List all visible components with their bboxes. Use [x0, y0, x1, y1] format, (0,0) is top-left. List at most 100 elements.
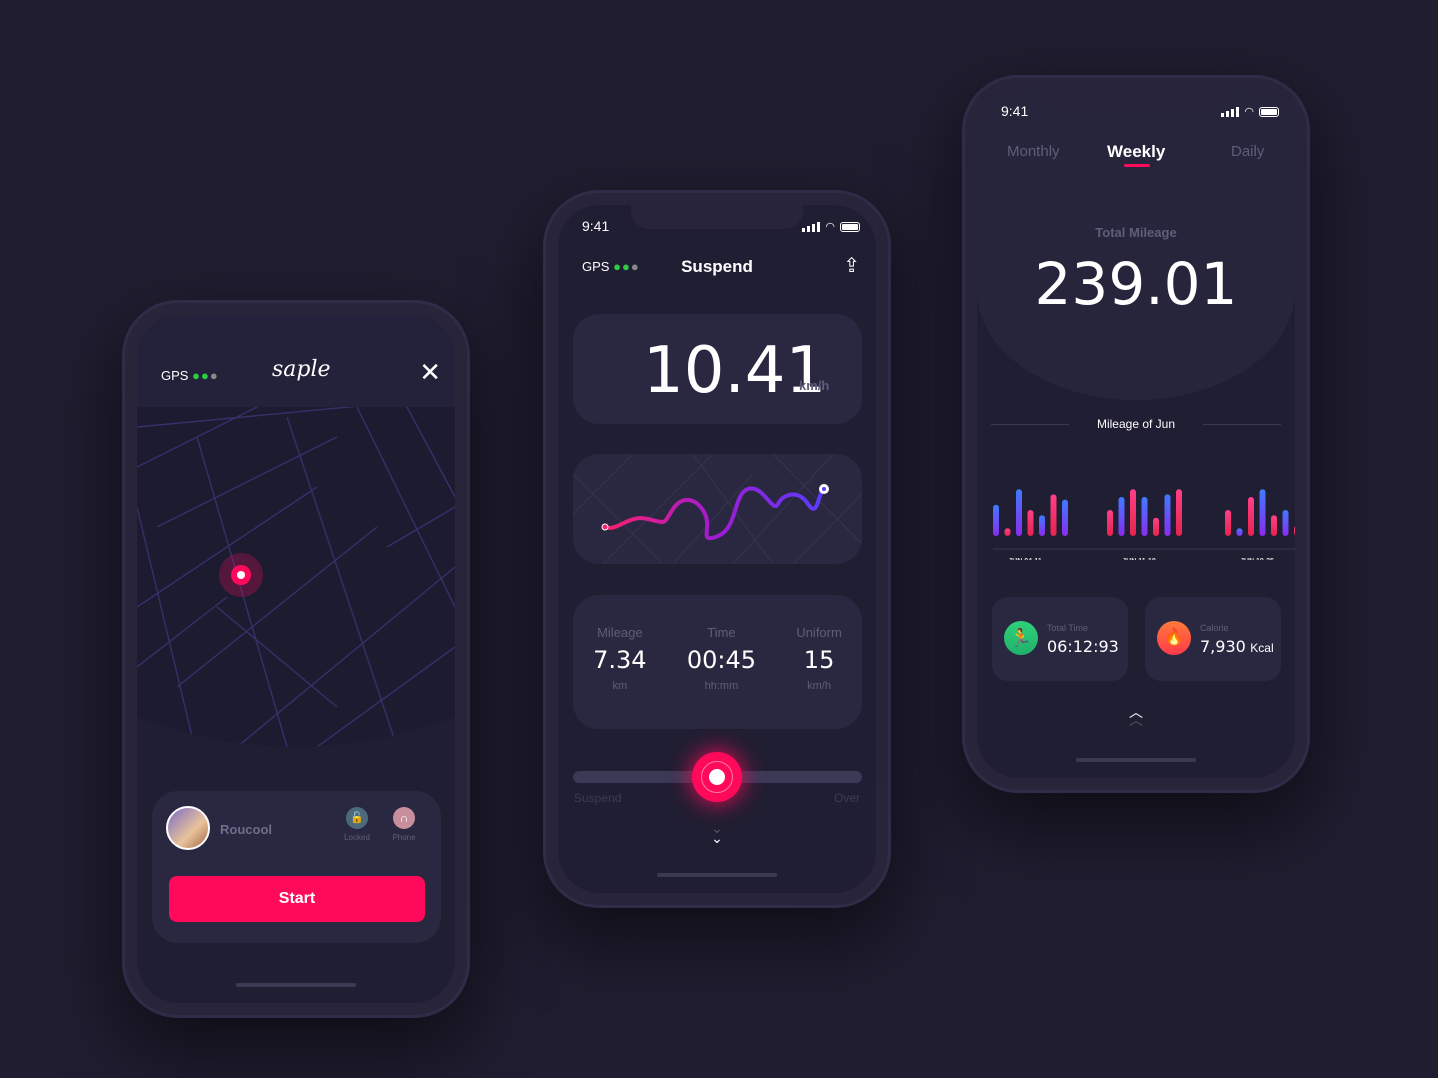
running-icon: 🏃 — [1004, 621, 1038, 655]
stat-label: Mileage — [597, 625, 643, 640]
notch — [1050, 90, 1222, 114]
chart-bar — [1282, 510, 1289, 536]
chart-bar — [1118, 497, 1125, 536]
tab-monthly[interactable]: Monthly — [1007, 143, 1060, 160]
chart-bar — [1130, 489, 1136, 536]
slider-label-suspend: Suspend — [574, 791, 622, 805]
stat-value: 15 — [803, 646, 835, 674]
wifi-icon: ◠ — [825, 221, 835, 233]
phone-run-screen: 9:41 ◠ GPS ●●● Suspend ⇪ 10.41 km/h Mile… — [543, 190, 891, 908]
signal-icon — [1221, 106, 1240, 117]
chart-bar — [1294, 526, 1295, 536]
chart-category-label: JUN 11-18 — [1122, 558, 1156, 560]
total-mileage-value: 239.01 — [1034, 250, 1238, 318]
stat-label: Uniform — [796, 625, 842, 640]
chart-bar — [1153, 517, 1159, 536]
chart-category-label: JUN 19-25 — [1240, 558, 1274, 560]
chart-bar — [1164, 494, 1171, 536]
slider-handle[interactable] — [692, 752, 742, 802]
calorie-label: Calorie — [1200, 623, 1229, 633]
slider-label-over: Over — [833, 791, 860, 805]
start-button[interactable]: Start — [169, 876, 425, 922]
chart-bar — [1176, 489, 1182, 536]
total-time-value: 06:12:93 — [1047, 637, 1119, 656]
stat-value: 7.34 — [593, 646, 647, 674]
map[interactable] — [137, 407, 455, 757]
battery-icon — [840, 221, 860, 232]
tab-weekly[interactable]: Weekly — [1107, 142, 1165, 162]
app-logo: saple — [272, 357, 331, 382]
signal-icon — [802, 221, 821, 232]
phone-stats-screen: 9:41 ◠ Monthly Weekly Daily Total Mileag… — [962, 75, 1310, 793]
stat-label: Time — [707, 625, 736, 640]
calorie-value-group: 7,930 Kcal — [1200, 637, 1274, 657]
headphones-icon: ∩ — [393, 807, 415, 829]
chart-bar — [993, 504, 999, 536]
stat-unit: km — [612, 680, 628, 692]
close-icon[interactable]: ✕ — [419, 357, 441, 388]
total-mileage-label: Total Mileage — [1095, 225, 1177, 240]
stat-uniform: Uniform 15 km/h — [796, 625, 842, 729]
status-icons: ◠ — [1221, 105, 1279, 118]
chart-bar — [1062, 499, 1068, 536]
chart-category-label: JUN 04-11 — [1008, 558, 1042, 560]
wifi-icon: ◠ — [1244, 106, 1254, 118]
stat-unit: km/h — [807, 680, 831, 692]
avatar[interactable] — [166, 806, 210, 850]
chart-bar — [1259, 489, 1266, 536]
speed-card: 10.41 km/h — [573, 314, 862, 424]
total-time-label: Total Time — [1047, 623, 1089, 633]
speed-unit: km/h — [799, 378, 830, 393]
status-icons: ◠ — [802, 220, 860, 233]
status-time: 9:41 — [582, 218, 610, 234]
user-name: Roucool — [220, 822, 272, 837]
chevron-down-icon[interactable]: ⌄ ⌄ — [558, 821, 876, 845]
notch — [631, 205, 803, 229]
calorie-card: 🔥 Calorie 7,930 Kcal — [1145, 597, 1281, 681]
chart-bar — [1225, 510, 1231, 536]
chart-bar — [1271, 515, 1277, 536]
route-map[interactable] — [573, 454, 862, 564]
share-icon[interactable]: ⇪ — [843, 253, 860, 278]
battery-icon — [1259, 106, 1279, 117]
chart-bar — [1107, 510, 1113, 536]
calorie-value: 7,930 — [1200, 637, 1246, 656]
chart-title: Mileage of Jun — [1096, 417, 1176, 431]
calorie-unit: Kcal — [1250, 641, 1274, 655]
home-indicator — [236, 983, 356, 987]
chart-bar — [1016, 489, 1022, 536]
chart-bar — [1141, 497, 1148, 536]
tab-daily[interactable]: Daily — [1231, 143, 1264, 160]
phone-button[interactable]: ∩ Phone — [386, 807, 422, 842]
stat-time: Time 00:45 hh:mm — [687, 625, 756, 729]
stat-mileage: Mileage 7.34 km — [593, 625, 646, 729]
stat-unit: hh:mm — [704, 680, 739, 692]
chevron-up-icon[interactable]: ︿ ︿ — [977, 705, 1295, 727]
status-time: 9:41 — [1001, 103, 1029, 119]
phone-label: Phone — [392, 833, 416, 842]
chart-bar — [1050, 494, 1057, 536]
gps-signal-icon: ●●● — [192, 368, 219, 383]
chart-bar — [1248, 497, 1254, 536]
speed-value: 10.41 — [643, 334, 827, 408]
mileage-bar-chart: JUN 04-11 JUN 11-18 JUN 19-25 — [993, 489, 1295, 560]
stat-value: 00:45 — [686, 646, 757, 674]
chart-bar — [1236, 528, 1243, 536]
page-title: Suspend — [681, 257, 753, 276]
gps-indicator: GPS ●●● — [161, 368, 219, 383]
chart-bar — [1027, 510, 1034, 536]
locked-label: Locked — [344, 833, 370, 842]
locked-button[interactable]: 🔓 Locked — [339, 807, 375, 842]
stats-card: Mileage 7.34 km Time 00:45 hh:mm Uniform 15 km… — [573, 595, 862, 729]
home-indicator — [657, 873, 777, 877]
chart-bar — [1004, 528, 1011, 536]
lock-icon: 🔓 — [346, 807, 368, 829]
chart-bar — [1039, 515, 1045, 536]
home-indicator — [1076, 758, 1196, 762]
gps-label: GPS — [161, 368, 189, 383]
phone-start-screen: 9:41 ◠ GPS ●●● saple ✕ Roucool 🔓Locked ∩… — [122, 300, 470, 1018]
user-card: Roucool 🔓 Locked ∩ Phone Start — [152, 791, 441, 943]
active-tab-indicator — [1124, 164, 1150, 167]
total-time-card: 🏃 Total Time 06:12:93 — [992, 597, 1128, 681]
fire-icon: 🔥 — [1157, 621, 1191, 655]
